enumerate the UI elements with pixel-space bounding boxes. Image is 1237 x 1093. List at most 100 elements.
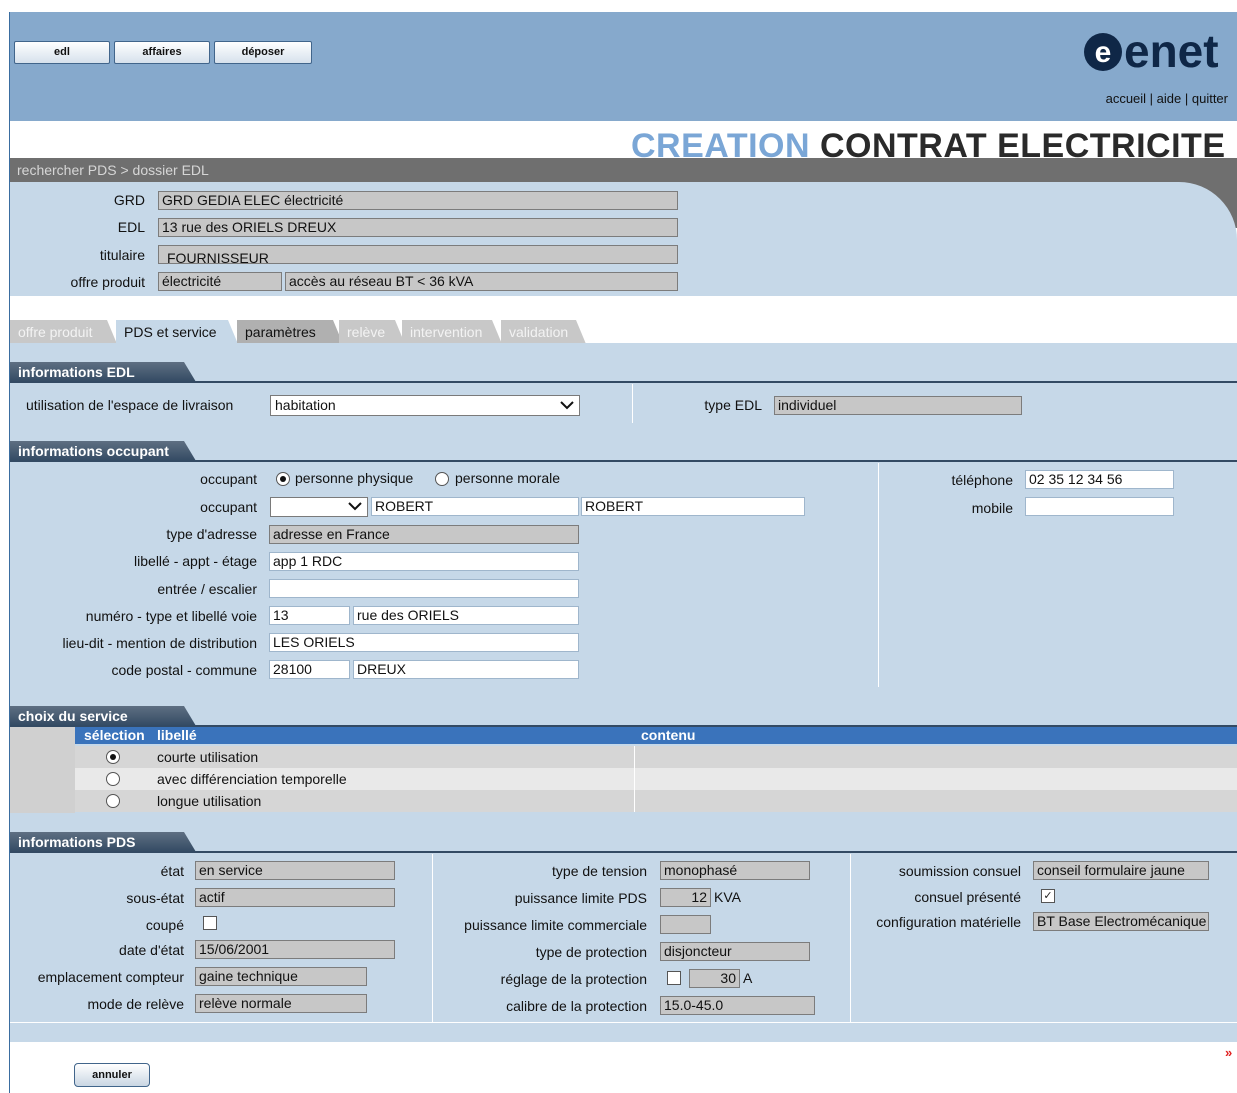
date-etat-label: date d'état xyxy=(119,942,184,958)
section-divider xyxy=(10,1022,1237,1023)
logo-text: enet xyxy=(1124,25,1219,77)
lieu-dit-input[interactable]: LES ORIELS xyxy=(269,633,579,652)
titulaire-label: titulaire xyxy=(99,247,145,263)
link-aide[interactable]: aide xyxy=(1157,91,1182,106)
telephone-input[interactable]: 02 35 12 34 56 xyxy=(1025,470,1174,489)
breadcrumb[interactable]: rechercher PDS > dossier EDL xyxy=(17,162,209,178)
nom-input[interactable]: ROBERT xyxy=(371,497,579,516)
link-quitter[interactable]: quitter xyxy=(1192,91,1228,106)
sous-etat-label: sous-état xyxy=(126,890,184,906)
emplacement-compteur-label: emplacement compteur xyxy=(37,969,184,985)
nav-button-affaires[interactable]: affaires xyxy=(114,41,210,64)
table-cell-libelle: longue utilisation xyxy=(157,793,262,809)
telephone-label: téléphone xyxy=(951,472,1013,488)
sous-etat-field: actif xyxy=(195,888,395,907)
tab-intervention[interactable]: intervention xyxy=(402,320,502,344)
usage-select[interactable]: habitation xyxy=(270,395,580,416)
radio-personne-physique[interactable] xyxy=(276,472,290,486)
reglage-protection-unit: A xyxy=(743,970,753,986)
radio-courte-utilisation[interactable] xyxy=(106,750,120,764)
column-separator xyxy=(878,463,879,687)
table-cell-selection xyxy=(75,768,150,790)
calibre-protection-field: 15.0-45.0 xyxy=(660,996,815,1015)
column-separator xyxy=(632,384,633,423)
chevron-down-icon xyxy=(560,401,574,410)
type-protection-field: disjoncteur xyxy=(660,942,810,961)
table-row[interactable]: courte utilisation xyxy=(75,746,1237,768)
radio-personne-morale[interactable] xyxy=(435,472,449,486)
section-header-informations-edl: informations EDL xyxy=(10,362,196,382)
column-separator xyxy=(850,854,851,1022)
date-etat-field: 15/06/2001 xyxy=(195,940,395,959)
column-header-libelle: libellé xyxy=(157,727,197,743)
annuler-button[interactable]: annuler xyxy=(74,1063,150,1087)
offre-produit-label: offre produit xyxy=(70,274,145,290)
tab-pds-et-service[interactable]: PDS et service xyxy=(116,320,238,344)
etat-label: état xyxy=(160,863,184,879)
table-row[interactable]: longue utilisation xyxy=(75,790,1237,812)
tab-validation[interactable]: validation xyxy=(501,320,586,344)
tab-bar: offre produit PDS et service paramètres … xyxy=(10,320,1237,344)
reglage-protection-checkbox[interactable] xyxy=(667,971,681,985)
enet-logo: e enet xyxy=(1084,25,1219,77)
civility-select[interactable] xyxy=(270,497,368,517)
table-cell-selection xyxy=(75,790,150,812)
section-divider xyxy=(10,851,1237,853)
mobile-input[interactable] xyxy=(1025,497,1174,516)
table-cell-selection xyxy=(75,746,150,768)
type-tension-field: monophasé xyxy=(660,861,810,880)
puissance-limite-unit: KVA xyxy=(714,889,741,905)
prenom-input[interactable]: ROBERT xyxy=(581,497,805,516)
reglage-protection-label: réglage de la protection xyxy=(500,971,647,987)
table-cell-libelle: courte utilisation xyxy=(157,749,259,765)
calibre-protection-label: calibre de la protection xyxy=(506,998,647,1014)
tab-parametres[interactable]: paramètres xyxy=(237,320,343,344)
mode-releve-field: relève normale xyxy=(195,994,367,1013)
entree-escalier-label: entrée / escalier xyxy=(157,581,257,597)
occupant-type-label: occupant xyxy=(200,471,257,487)
emplacement-compteur-field: gaine technique xyxy=(195,967,367,986)
configuration-materielle-field: BT Base Electromécanique xyxy=(1033,912,1209,931)
type-adresse-field: adresse en France xyxy=(269,525,579,544)
section-header-informations-occupant: informations occupant xyxy=(10,441,196,461)
soumission-consuel-field: conseil formulaire jaune xyxy=(1033,861,1209,880)
coupe-checkbox[interactable] xyxy=(203,916,217,930)
voie-input[interactable]: rue des ORIELS xyxy=(353,606,579,625)
occupant-name-label: occupant xyxy=(200,499,257,515)
table-cell-libelle: avec différenciation temporelle xyxy=(157,771,347,787)
edl-label: EDL xyxy=(117,219,145,235)
section-header-informations-pds: informations PDS xyxy=(10,832,196,852)
numero-input[interactable]: 13 xyxy=(269,606,350,625)
page-title: CREATION CONTRAT ELECTRICITE xyxy=(631,121,1237,159)
tab-releve[interactable]: relève xyxy=(339,320,405,344)
type-edl-label: type EDL xyxy=(704,397,762,413)
tab-offre-produit[interactable]: offre produit xyxy=(10,320,117,344)
code-postal-input[interactable]: 28100 xyxy=(269,660,350,679)
reglage-protection-field: 30 xyxy=(689,969,740,988)
commune-input[interactable]: DREUX xyxy=(353,660,579,679)
consuel-presente-checkbox[interactable]: ✓ xyxy=(1041,889,1055,903)
link-separator: | xyxy=(1146,91,1157,106)
close-marker-icon[interactable]: » xyxy=(1225,1045,1232,1060)
soumission-consuel-label: soumission consuel xyxy=(898,863,1021,879)
type-protection-label: type de protection xyxy=(535,944,647,960)
code-postal-label: code postal - commune xyxy=(111,662,257,678)
lieu-dit-label: lieu-dit - mention de distribution xyxy=(62,635,257,651)
nav-button-edl[interactable]: edl xyxy=(14,41,110,64)
puissance-limite-field: 12 xyxy=(660,888,711,907)
chevron-down-icon xyxy=(348,502,362,511)
top-links: accueil | aide | quitter xyxy=(1106,91,1228,106)
table-row[interactable]: avec différenciation temporelle xyxy=(75,768,1237,790)
entree-escalier-input[interactable] xyxy=(269,579,579,598)
usage-label: utilisation de l'espace de livraison xyxy=(26,397,234,413)
link-separator: | xyxy=(1181,91,1192,106)
link-accueil[interactable]: accueil xyxy=(1106,91,1146,106)
nav-button-deposer[interactable]: déposer xyxy=(214,41,312,64)
usage-select-value: habitation xyxy=(275,397,336,413)
puissance-commerciale-field xyxy=(660,915,711,934)
mobile-label: mobile xyxy=(971,500,1013,516)
radio-longue-utilisation[interactable] xyxy=(106,794,120,808)
radio-avec-differenciation[interactable] xyxy=(106,772,120,786)
table-cell-contenu xyxy=(634,768,1237,790)
libelle-appt-input[interactable]: app 1 RDC xyxy=(269,552,579,571)
